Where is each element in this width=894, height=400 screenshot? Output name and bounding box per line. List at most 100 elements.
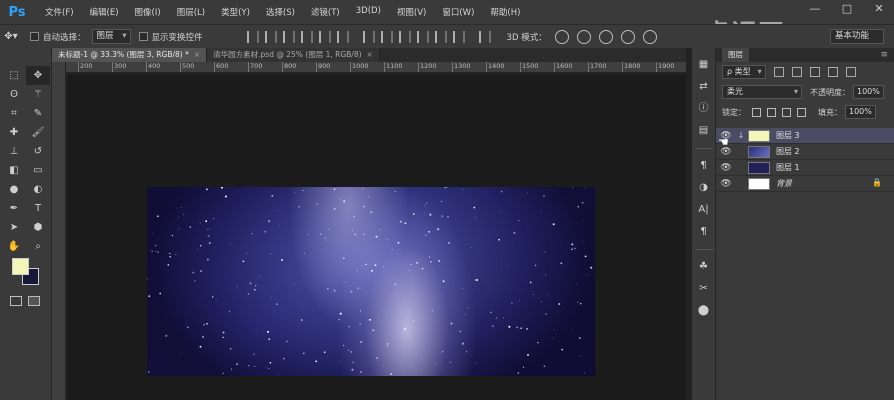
layer-name[interactable]: 背景 (776, 178, 792, 189)
menu-type[interactable]: 类型(Y) (213, 6, 258, 18)
move-icon[interactable]: ✥ (26, 66, 50, 85)
ruler-vertical[interactable] (52, 62, 66, 400)
layer-row-2[interactable]: 👁 图层 2 (716, 144, 894, 160)
lasso-icon[interactable]: ʘ (2, 85, 26, 104)
distribute-left-icon[interactable] (416, 30, 429, 43)
fill-input[interactable]: 100% (845, 105, 876, 119)
tab-document-2[interactable]: 清华园方素材.psd @ 25% (图层 1, RGB/8) × (207, 48, 380, 62)
close-icon[interactable]: × (367, 48, 373, 62)
lock-position-icon[interactable] (782, 107, 791, 117)
distribute-right-icon[interactable] (452, 30, 465, 43)
opacity-input[interactable]: 100% (853, 85, 884, 99)
document-canvas[interactable] (147, 187, 595, 376)
healing-icon[interactable]: ✚ (2, 123, 26, 142)
properties-icon[interactable]: ⇄ (695, 78, 713, 96)
layer-name[interactable]: 图层 2 (776, 146, 800, 157)
lock-pixels-icon[interactable] (767, 107, 776, 117)
marquee-icon[interactable]: ⬚ (2, 66, 26, 85)
align-bottom-icon[interactable] (282, 30, 295, 43)
ruler-horizontal[interactable]: 200 300 400 500 600 700 800 900 1000 1100 1200 1300… (66, 62, 686, 73)
show-transform-checkbox[interactable] (138, 32, 148, 41)
roll-3d-icon[interactable] (576, 29, 591, 44)
gradient-icon[interactable]: ▭ (26, 161, 50, 180)
styles-icon[interactable]: ⬤ (695, 302, 713, 320)
rotate-3d-icon[interactable] (554, 29, 569, 44)
screen-mode-icon[interactable] (28, 296, 40, 306)
filter-adjust-icon[interactable] (791, 67, 802, 77)
distribute-hcenter-icon[interactable] (434, 30, 447, 43)
magic-wand-icon[interactable]: ⚚ (26, 85, 50, 104)
align-top-icon[interactable] (246, 30, 259, 43)
zoom-icon[interactable]: ⌕ (26, 237, 50, 256)
brush-icon[interactable]: 🖌 (26, 123, 50, 142)
auto-select-dropdown[interactable]: 图层 (91, 29, 131, 44)
dodge-icon[interactable]: ◐ (26, 180, 50, 199)
quick-mask-icon[interactable] (10, 296, 22, 306)
eraser-icon[interactable]: ◧ (2, 161, 26, 180)
foreground-color[interactable] (12, 258, 29, 275)
layers-tab[interactable]: 图层 (722, 48, 749, 62)
menu-edit[interactable]: 编辑(E) (82, 6, 127, 18)
visibility-eye-icon[interactable]: 👁 (716, 163, 736, 173)
stamp-icon[interactable]: ⊥ (2, 142, 26, 161)
filter-smart-icon[interactable] (845, 67, 856, 77)
type-icon[interactable]: T (26, 199, 50, 218)
menu-layer[interactable]: 图层(L) (169, 6, 213, 18)
layer-name[interactable]: 图层 3 (776, 130, 800, 141)
align-hcenter-icon[interactable] (318, 30, 331, 43)
canvas-area[interactable] (67, 74, 686, 400)
drag-3d-icon[interactable] (598, 29, 613, 44)
align-right-icon[interactable] (336, 30, 349, 43)
menu-file[interactable]: 文件(F) (37, 6, 82, 18)
move-tool-preset-icon[interactable]: ✥▾ (0, 28, 22, 46)
visibility-eye-icon[interactable]: 👁 (716, 179, 736, 189)
align-vcenter-icon[interactable] (264, 30, 277, 43)
paths-icon[interactable]: ✂ (695, 280, 713, 298)
blur-icon[interactable]: ● (2, 180, 26, 199)
layer-name[interactable]: 图层 1 (776, 162, 800, 173)
distribute-top-icon[interactable] (362, 30, 375, 43)
lock-transparent-icon[interactable] (752, 107, 761, 117)
filter-pixel-icon[interactable] (773, 67, 784, 77)
scale-3d-icon[interactable] (642, 29, 657, 44)
filter-shape-icon[interactable] (827, 67, 838, 77)
auto-align-icon[interactable] (478, 30, 491, 43)
blend-mode-dropdown[interactable]: 柔光 (722, 85, 802, 99)
adjustments-icon[interactable]: ◑ (695, 179, 713, 197)
menu-view[interactable]: 视图(V) (389, 6, 434, 18)
minimize-button[interactable]: — (806, 2, 824, 16)
maximize-button[interactable]: □ (838, 2, 856, 16)
menu-window[interactable]: 窗口(W) (434, 6, 482, 18)
auto-select-checkbox[interactable] (30, 32, 39, 41)
workspace-dropdown[interactable]: 基本功能 (829, 29, 884, 44)
swatches-icon[interactable]: ▤ (695, 122, 713, 140)
channels-icon[interactable]: ☘ (695, 258, 713, 276)
filter-kind-dropdown[interactable]: ρ 类型 (722, 65, 766, 79)
layer-row-3[interactable]: 👁 ↓ 图层 3 (716, 128, 894, 144)
eyedropper-icon[interactable]: ✎ (26, 104, 50, 123)
menu-select[interactable]: 选择(S) (258, 6, 303, 18)
character-icon[interactable]: A| (695, 201, 713, 219)
slide-3d-icon[interactable] (620, 29, 635, 44)
paragraph-style-icon[interactable]: ¶ (695, 223, 713, 241)
close-icon[interactable]: × (194, 48, 200, 62)
menu-help[interactable]: 帮助(H) (482, 6, 528, 18)
pen-icon[interactable]: ✒ (2, 199, 26, 218)
crop-icon[interactable]: ⌗ (2, 104, 26, 123)
layer-row-1[interactable]: 👁 图层 1 (716, 160, 894, 176)
menu-3d[interactable]: 3D(D) (348, 6, 389, 18)
layer-row-background[interactable]: 👁 背景 🔒 (716, 176, 894, 192)
menu-image[interactable]: 图像(I) (127, 6, 169, 18)
filter-type-icon[interactable] (809, 67, 820, 77)
info-icon[interactable]: ⓘ (695, 100, 713, 118)
history-icon[interactable]: ▦ (695, 56, 713, 74)
paragraph-icon[interactable]: ¶ (695, 157, 713, 175)
lock-all-icon[interactable] (797, 107, 806, 117)
panel-menu-icon[interactable]: ≡ (880, 50, 888, 60)
history-brush-icon[interactable]: ↺ (26, 142, 50, 161)
distribute-vcenter-icon[interactable] (380, 30, 393, 43)
align-left-icon[interactable] (300, 30, 313, 43)
tab-document-1[interactable]: 未标题-1 @ 33.3% (图层 3, RGB/8) * × (52, 48, 208, 62)
hand-icon[interactable]: ✋ (2, 237, 26, 256)
close-button[interactable]: ✕ (870, 2, 888, 16)
